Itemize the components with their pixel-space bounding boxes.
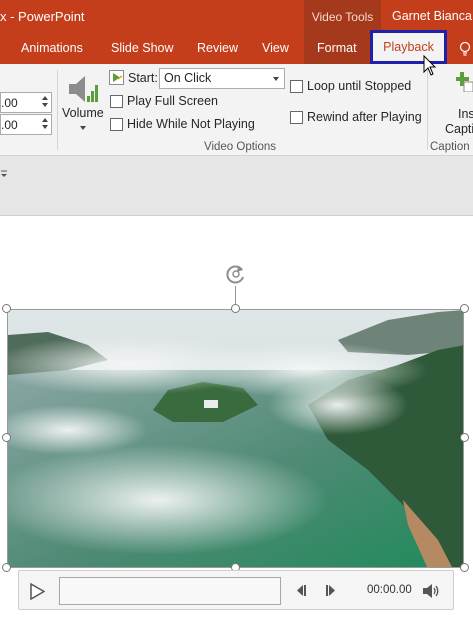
user-name[interactable]: Garnet Bianca [392,9,472,23]
resize-handle-top-left[interactable] [2,304,11,313]
tab-animations[interactable]: Animations [21,41,83,55]
fade-in-spinner[interactable]: .00 [0,92,52,113]
start-icon [109,70,124,85]
hide-while-not-playing-label[interactable]: Hide While Not Playing [127,117,255,131]
mouse-cursor-icon [423,55,437,76]
start-dropdown-value: On Click [164,71,212,85]
ribbon-collapse-area [0,156,473,216]
spinner-arrows-icon[interactable] [41,116,49,133]
resize-handle-top[interactable] [231,304,240,313]
caption-group-label: Caption [430,141,470,153]
resize-handle-right[interactable] [460,433,469,442]
separator [57,70,58,150]
tab-format[interactable]: Format [317,41,357,55]
tab-playback-label: Playback [383,40,434,54]
title-bar: x - PowerPoint Video Tools Garnet Bianca [0,0,473,34]
resize-handle-top-right[interactable] [460,304,469,313]
insert-captions-label-line2[interactable]: Capti [445,122,473,136]
customize-qat-icon[interactable] [1,170,8,178]
video-frame[interactable] [7,309,464,568]
resize-handle-left[interactable] [2,433,11,442]
step-back-icon[interactable] [294,585,306,596]
video-tools-group: Video Tools [304,0,381,34]
tab-slide-show[interactable]: Slide Show [111,41,174,55]
loop-until-stopped-label[interactable]: Loop until Stopped [307,79,411,93]
speaker-icon[interactable] [422,583,439,599]
resize-handle-bottom-right[interactable] [460,563,469,572]
start-dropdown[interactable]: On Click [159,68,285,89]
app-title: x - PowerPoint [0,9,85,24]
chevron-down-icon[interactable] [273,77,279,81]
video-options-group-label: Video Options [204,141,277,153]
rotate-handle-icon[interactable] [224,262,248,286]
start-label: Start: [128,71,158,85]
play-full-screen-label[interactable]: Play Full Screen [127,94,218,108]
insert-captions-icon[interactable] [456,72,473,92]
video-tools-label: Video Tools [311,10,374,24]
fade-in-value: .00 [1,96,18,110]
insert-captions-label-line1[interactable]: Ins [458,107,473,121]
volume-icon[interactable] [66,72,102,106]
separator [427,70,428,150]
ribbon-playback: .00 .00 Volume Start: On Click Play Full… [0,64,473,156]
rewind-after-playing-checkbox[interactable] [290,111,303,124]
hide-while-not-playing-checkbox[interactable] [110,118,123,131]
video-poster-image [8,310,463,567]
volume-label[interactable]: Volume [62,106,104,120]
lightbulb-icon[interactable] [458,41,472,57]
playback-time: 00:00.00 [367,584,412,596]
rewind-after-playing-label[interactable]: Rewind after Playing [307,110,422,124]
resize-handle-bottom-left[interactable] [2,563,11,572]
fade-out-spinner[interactable]: .00 [0,114,52,135]
tab-review[interactable]: Review [197,41,238,55]
spinner-arrows-icon[interactable] [41,94,49,111]
play-full-screen-checkbox[interactable] [110,95,123,108]
fade-out-value: .00 [1,118,18,132]
tab-view[interactable]: View [262,41,289,55]
step-forward-icon[interactable] [326,585,338,596]
chevron-down-icon[interactable] [80,126,86,130]
seek-bar[interactable] [59,577,281,605]
loop-until-stopped-checkbox[interactable] [290,80,303,93]
video-player-bar: 00:00.00 [18,570,454,610]
play-icon[interactable] [29,583,45,600]
